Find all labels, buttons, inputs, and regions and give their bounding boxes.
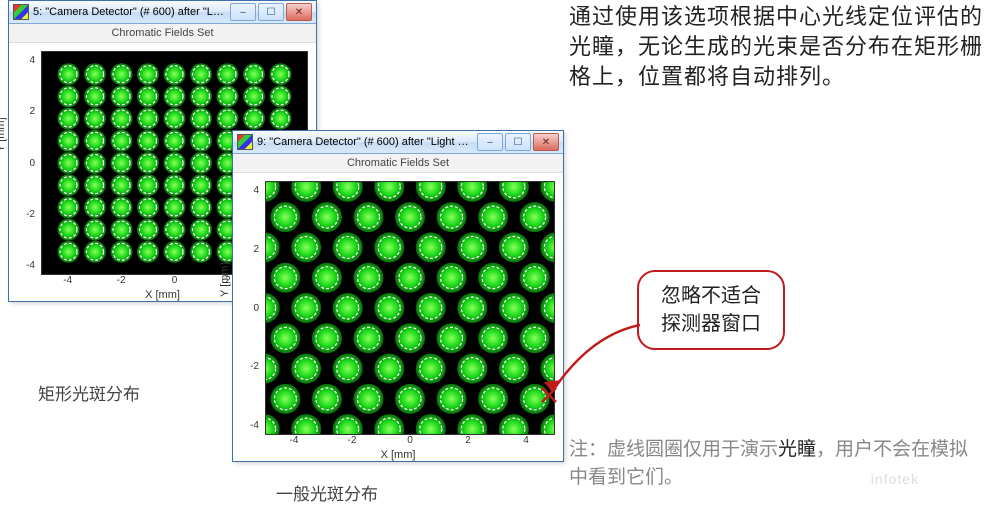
plot-area: 420-2-4 Y [mm] -4-2024 X [mm] — [233, 173, 563, 461]
window-controls: – ☐ ✕ — [230, 3, 312, 21]
callout-line2: 探测器窗口 — [661, 310, 761, 338]
caption-general: 一般光斑分布 — [276, 480, 378, 505]
close-button[interactable]: ✕ — [286, 3, 312, 21]
minimize-button[interactable]: – — [230, 3, 256, 21]
x-ticks: -4-2024 — [265, 435, 555, 447]
app-icon — [13, 4, 29, 20]
window-controls: – ☐ ✕ — [477, 133, 559, 151]
description-text: 通过使用该选项根据中心光线定位评估的光瞳，无论生成的光束是否分布在矩形栅格上，位… — [569, 2, 987, 92]
spot-canvas-general — [265, 181, 555, 435]
close-button[interactable]: ✕ — [533, 133, 559, 151]
y-axis-label: Y [mm] — [219, 262, 231, 297]
window-title: 5: "Camera Detector" (# 600) after "Ligh… — [33, 6, 226, 18]
y-ticks: 420-2-4 — [237, 181, 259, 435]
footnote-strong: 光瞳 — [778, 439, 816, 460]
y-axis-label: Y [mm] — [0, 117, 7, 152]
footnote: 注：虚线圆圈仅用于演示光瞳，用户不会在模拟中看到它们。 — [569, 436, 987, 492]
app-icon — [237, 134, 253, 150]
callout-ignore-clipped: 忽略不适合 探测器窗口 — [637, 270, 785, 350]
maximize-button[interactable]: ☐ — [258, 3, 284, 21]
chart-subtitle: Chromatic Fields Set — [233, 154, 563, 173]
y-ticks: 420-2-4 — [13, 51, 35, 275]
maximize-button[interactable]: ☐ — [505, 133, 531, 151]
callout-arrow — [540, 310, 650, 410]
callout-line1: 忽略不适合 — [661, 282, 761, 310]
watermark: infotek — [871, 471, 919, 487]
window-9-camera-detector: 9: "Camera Detector" (# 600) after "Ligh… — [232, 130, 564, 462]
chart-subtitle: Chromatic Fields Set — [9, 24, 316, 43]
caption-rect-grid: 矩形光斑分布 — [38, 380, 140, 405]
x-axis-label: X [mm] — [233, 449, 563, 461]
minimize-button[interactable]: – — [477, 133, 503, 151]
window-title: 9: "Camera Detector" (# 600) after "Ligh… — [257, 136, 473, 148]
titlebar[interactable]: 9: "Camera Detector" (# 600) after "Ligh… — [233, 131, 563, 154]
titlebar[interactable]: 5: "Camera Detector" (# 600) after "Ligh… — [9, 1, 316, 24]
footnote-prefix: 注：虚线圆圈仅用于演示 — [569, 439, 778, 460]
